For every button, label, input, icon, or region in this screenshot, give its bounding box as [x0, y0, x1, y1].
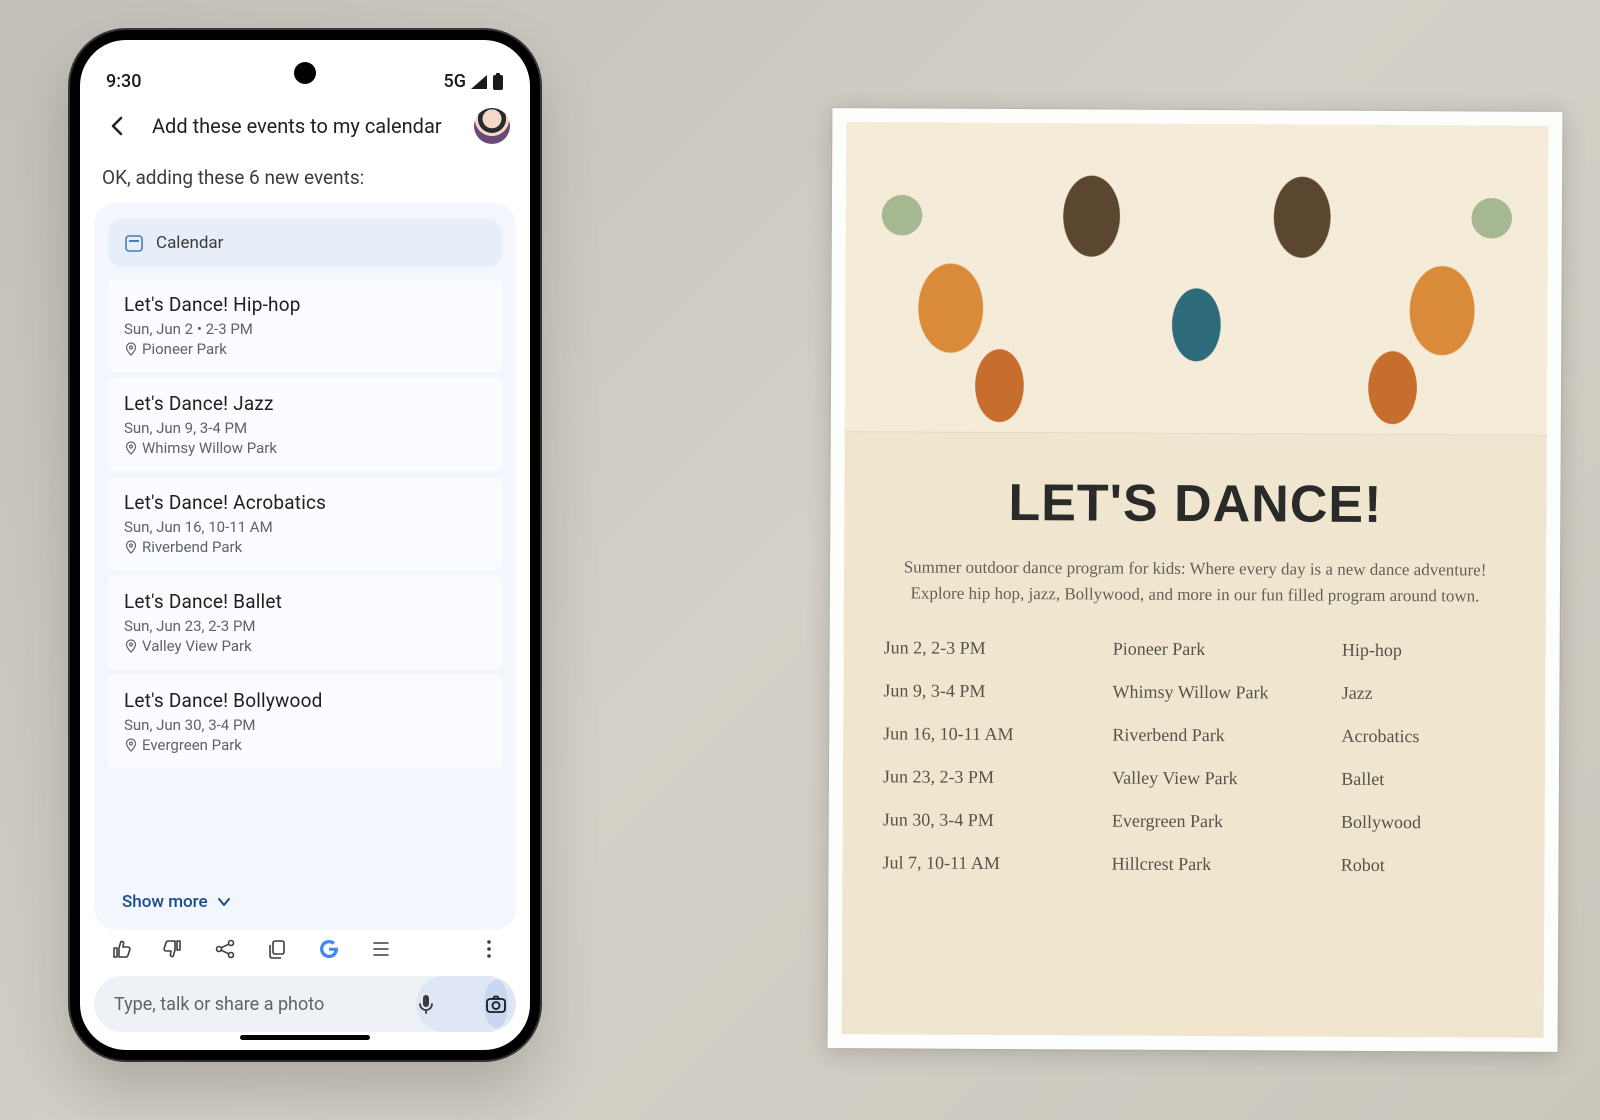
input-placeholder: Type, talk or share a photo [114, 994, 324, 1015]
event-location-text: Riverbend Park [142, 538, 242, 556]
pin-icon [124, 738, 138, 752]
event-location: Valley View Park [124, 637, 486, 655]
pin-icon [124, 639, 138, 653]
event-item[interactable]: Let's Dance! Acrobatics Sun, Jun 16, 10-1… [108, 477, 502, 570]
share-button[interactable] [212, 936, 238, 962]
poster-cell-date: Jun 16, 10-11 AM [883, 723, 1112, 745]
event-location: Whimsy Willow Park [124, 439, 486, 457]
status-time: 9:30 [106, 71, 141, 92]
event-location-text: Pioneer Park [142, 340, 227, 358]
phone-screen: 9:30 5G Add these events to my calendar … [80, 40, 530, 1050]
copy-icon [266, 938, 288, 960]
event-item[interactable]: Let's Dance! Bollywood Sun, Jun 30, 3-4 P… [108, 675, 502, 768]
chevron-left-icon [107, 115, 129, 137]
text-input[interactable]: Type, talk or share a photo [94, 976, 468, 1032]
poster-cell-date: Jul 7, 10-11 AM [882, 852, 1111, 874]
event-datetime: Sun, Jun 23, 2-3 PM [124, 617, 486, 635]
event-item[interactable]: Let's Dance! Hip-hop Sun, Jun 2 • 2-3 PM P… [108, 279, 502, 372]
phone-frame: 9:30 5G Add these events to my calendar … [70, 30, 540, 1060]
query-text: Add these events to my calendar [152, 114, 458, 138]
chevron-down-icon [216, 894, 232, 910]
poster-cell-date: Jun 9, 3-4 PM [883, 680, 1112, 702]
status-network: 5G [444, 71, 467, 92]
event-location-text: Whimsy Willow Park [142, 439, 277, 457]
poster-cell-style: Acrobatics [1341, 726, 1505, 748]
poster-cell-style: Hip-hop [1342, 640, 1506, 662]
pin-icon [124, 441, 138, 455]
event-datetime: Sun, Jun 30, 3-4 PM [124, 716, 486, 734]
pin-icon [124, 342, 138, 356]
events-card: Calendar Let's Dance! Hip-hop Sun, Jun 2 … [94, 203, 516, 930]
mic-button[interactable] [414, 977, 438, 1031]
poster-illustration [845, 122, 1549, 436]
poster-cell-place: Riverbend Park [1112, 725, 1341, 747]
poster-description: Summer outdoor dance program for kids: W… [884, 554, 1506, 608]
event-location-text: Evergreen Park [142, 736, 242, 754]
event-title: Let's Dance! Acrobatics [124, 491, 486, 514]
copy-button[interactable] [264, 936, 290, 962]
battery-icon [492, 73, 504, 91]
thumbs-down-icon [162, 938, 184, 960]
camera-hole [294, 62, 316, 84]
poster-cell-style: Jazz [1342, 683, 1506, 705]
poster-cell-style: Robot [1341, 855, 1505, 877]
thumbs-up-button[interactable] [108, 936, 134, 962]
poster-title: LET'S DANCE! [884, 472, 1506, 535]
mic-icon [414, 992, 438, 1016]
event-datetime: Sun, Jun 9, 3-4 PM [124, 419, 486, 437]
google-icon [318, 938, 340, 960]
calendar-chip[interactable]: Calendar [108, 219, 502, 267]
event-location: Riverbend Park [124, 538, 486, 556]
show-more-label: Show more [122, 892, 208, 912]
poster-cell-date: Jun 23, 2-3 PM [883, 766, 1112, 788]
poster-cell-style: Ballet [1341, 769, 1505, 791]
google-button[interactable] [316, 936, 342, 962]
event-item[interactable]: Let's Dance! Ballet Sun, Jun 23, 2-3 PM Va… [108, 576, 502, 669]
camera-button[interactable] [484, 980, 508, 1028]
poster-cell-place: Valley View Park [1112, 768, 1341, 790]
event-title: Let's Dance! Hip-hop [124, 293, 486, 316]
event-location-text: Valley View Park [142, 637, 252, 655]
event-location: Evergreen Park [124, 736, 486, 754]
poster-cell-place: Evergreen Park [1112, 811, 1341, 833]
back-button[interactable] [100, 108, 136, 144]
confirmation-text: OK, adding these 6 new events: [80, 150, 530, 203]
calendar-chip-label: Calendar [156, 233, 223, 253]
poster-cell-date: Jun 2, 2-3 PM [884, 637, 1113, 659]
event-title: Let's Dance! Ballet [124, 590, 486, 613]
pin-icon [124, 540, 138, 554]
poster-cell-style: Bollywood [1341, 812, 1505, 834]
camera-icon [484, 992, 508, 1016]
thumbs-down-button[interactable] [160, 936, 186, 962]
event-location: Pioneer Park [124, 340, 486, 358]
event-datetime: Sun, Jun 2 • 2-3 PM [124, 320, 486, 338]
event-datetime: Sun, Jun 16, 10-11 AM [124, 518, 486, 536]
poster-schedule: Jun 2, 2-3 PMPioneer ParkHip-hop Jun 9, 3… [882, 637, 1505, 876]
header-row: Add these events to my calendar [80, 98, 530, 150]
signal-icon [470, 74, 488, 90]
thumbs-up-icon [110, 938, 132, 960]
show-more-button[interactable]: Show more [94, 876, 516, 930]
action-row [80, 930, 530, 962]
poster: LET'S DANCE! Summer outdoor dance progra… [828, 108, 1563, 1052]
more-button[interactable] [476, 936, 502, 962]
more-vert-icon [478, 938, 500, 960]
poster-cell-place: Pioneer Park [1113, 639, 1342, 661]
event-item[interactable]: Let's Dance! Jazz Sun, Jun 9, 3-4 PM Whims… [108, 378, 502, 471]
avatar[interactable] [474, 108, 510, 144]
events-list: Let's Dance! Hip-hop Sun, Jun 2 • 2-3 PM P… [94, 273, 516, 876]
event-title: Let's Dance! Bollywood [124, 689, 486, 712]
poster-cell-place: Hillcrest Park [1112, 854, 1341, 876]
text-format-button[interactable] [368, 936, 394, 962]
voice-camera-cluster [416, 976, 516, 1032]
home-indicator[interactable] [240, 1035, 370, 1040]
poster-cell-date: Jun 30, 3-4 PM [883, 809, 1112, 831]
share-icon [214, 938, 236, 960]
text-format-icon [370, 938, 392, 960]
calendar-icon [124, 233, 144, 253]
poster-cell-place: Whimsy Willow Park [1113, 682, 1342, 704]
event-title: Let's Dance! Jazz [124, 392, 486, 415]
